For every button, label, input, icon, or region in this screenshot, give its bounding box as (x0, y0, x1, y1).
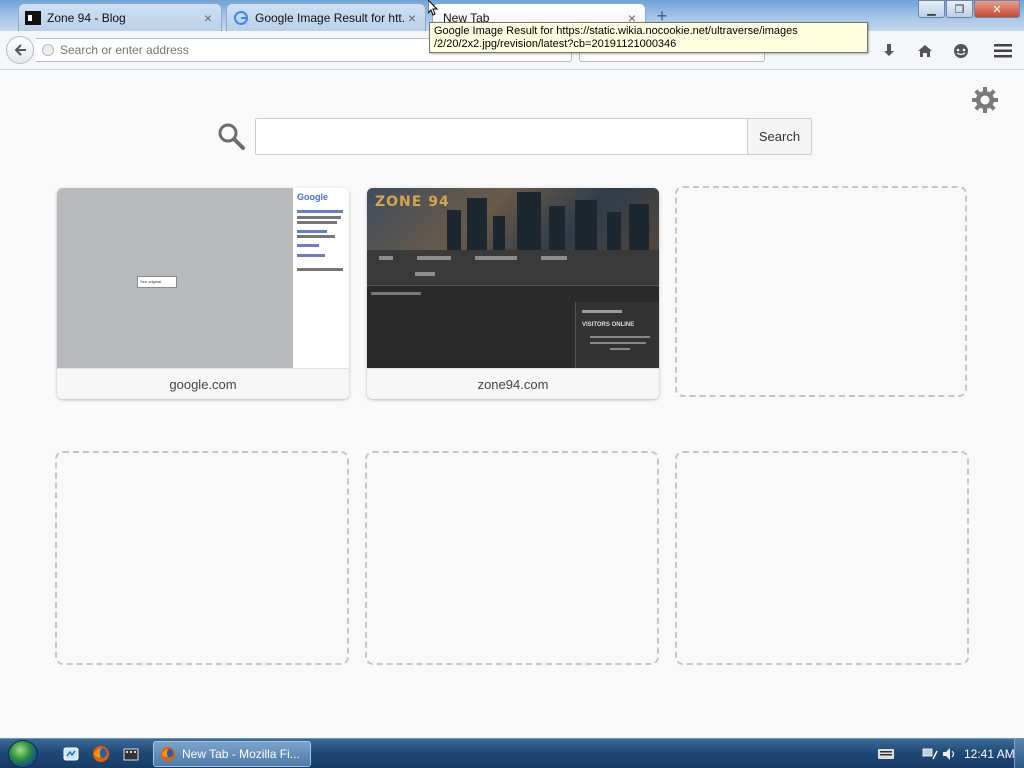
thumbnail-line (297, 210, 343, 213)
tile-label: google.com (57, 368, 349, 399)
menu-icon[interactable] (992, 40, 1014, 62)
thumbnail-logo: ZONE 94 (375, 194, 450, 210)
control-panel-icon[interactable] (62, 745, 80, 763)
thumbnail-building (493, 216, 505, 250)
download-icon[interactable] (878, 40, 900, 62)
search-icon (217, 122, 245, 150)
top-site-tile-google[interactable]: See original Google google.com (57, 188, 349, 399)
search-button[interactable]: Search (747, 118, 812, 155)
google-favicon-icon (233, 10, 249, 26)
thumbnail-banner: ZONE 94 (367, 188, 659, 250)
chat-icon[interactable] (950, 40, 972, 62)
thumbnail-line (297, 244, 319, 247)
show-desktop-button[interactable] (1014, 739, 1024, 768)
thumbnail-building (575, 200, 597, 250)
back-button[interactable] (6, 36, 34, 64)
mouse-cursor-icon (427, 0, 439, 19)
thumbnail-menu (367, 250, 659, 286)
thumbnail-building (517, 192, 541, 250)
thumbnail-line (297, 221, 337, 224)
keyboard-icon[interactable] (878, 746, 894, 762)
thumbnail-building (629, 204, 649, 250)
thumbnail-popup: See original (137, 276, 177, 288)
thumbnail-building (467, 198, 487, 250)
thumbnail-line (297, 254, 325, 257)
tab-google-image-result[interactable]: Google Image Result for htt... × (226, 3, 426, 31)
tab-title: Zone 94 - Blog (47, 10, 126, 25)
zone94-favicon-icon (25, 10, 41, 26)
empty-tile-slot[interactable] (675, 186, 967, 397)
thumbnail-line (582, 310, 622, 313)
thumbnail-menu-item (541, 256, 567, 260)
close-tab-icon[interactable]: × (405, 11, 419, 25)
tooltip-line-2: /2/20/2x2.jpg/revision/latest?cb=2019112… (434, 38, 677, 50)
thumbnail-gray-area: See original (57, 188, 293, 368)
taskbar-window-label: New Tab - Mozilla Fi... (182, 747, 300, 761)
thumbnail-line (297, 268, 343, 271)
restore-button[interactable]: ❐ (946, 0, 973, 18)
tab-title: Google Image Result for htt... (255, 10, 405, 25)
top-site-tile-zone94[interactable]: ZONE 94 VISITORS ONLINE zone94.com (367, 188, 659, 399)
thumbnail-building (607, 212, 621, 250)
empty-tile-slot[interactable] (55, 451, 349, 665)
minimize-button[interactable]: ▁ (918, 0, 945, 18)
media-icon[interactable] (122, 745, 140, 763)
network-icon[interactable] (922, 746, 938, 762)
thumbnail-menu-item (415, 272, 435, 276)
thumbnail-line (590, 336, 650, 338)
search-input[interactable] (255, 118, 748, 155)
thumbnail-menu-item (417, 256, 451, 260)
empty-tile-slot[interactable] (675, 451, 969, 665)
home-icon[interactable] (914, 40, 936, 62)
thumbnail-line (610, 348, 630, 350)
close-window-button[interactable]: ✕ (974, 0, 1020, 18)
thumbnail-line (297, 235, 335, 238)
tile-label: zone94.com (367, 368, 659, 399)
window-controls: ▁ ❐ ✕ (917, 0, 1020, 18)
taskbar: New Tab - Mozilla Fi... 12:41 AM (0, 738, 1024, 768)
taskbar-firefox-window[interactable]: New Tab - Mozilla Fi... (153, 741, 311, 767)
thumbnail-sidebar: Google (293, 188, 349, 368)
gear-icon[interactable] (971, 86, 999, 114)
thumbnail-breadcrumb (371, 292, 421, 295)
tooltip-line-1: Google Image Result for https://static.w… (434, 25, 798, 37)
thumbnail-panel-title: VISITORS ONLINE (582, 322, 635, 328)
tab-zone94-blog[interactable]: Zone 94 - Blog × (18, 3, 222, 31)
thumbnail-menu-item (475, 256, 517, 260)
thumbnail-building (447, 210, 461, 250)
globe-icon (42, 44, 54, 56)
tile-thumbnail: ZONE 94 VISITORS ONLINE (367, 188, 659, 368)
firefox-icon[interactable] (92, 745, 110, 763)
thumbnail-line (297, 230, 327, 233)
start-button[interactable] (8, 740, 38, 768)
thumbnail-line (590, 342, 646, 344)
thumbnail-side-panel: VISITORS ONLINE (575, 302, 659, 368)
tile-thumbnail: See original Google (57, 188, 349, 368)
thumbnail-logo: Google (297, 192, 328, 202)
empty-tile-slot[interactable] (365, 451, 659, 665)
firefox-icon (160, 746, 176, 762)
thumbnail-menu-item (379, 256, 393, 260)
back-arrow-icon (14, 44, 26, 56)
taskbar-clock[interactable]: 12:41 AM (964, 747, 1015, 761)
volume-icon[interactable] (942, 746, 958, 762)
tab-tooltip: Google Image Result for https://static.w… (429, 22, 868, 53)
thumbnail-line (297, 216, 341, 219)
thumbnail-building (549, 206, 565, 250)
close-tab-icon[interactable]: × (201, 11, 215, 25)
